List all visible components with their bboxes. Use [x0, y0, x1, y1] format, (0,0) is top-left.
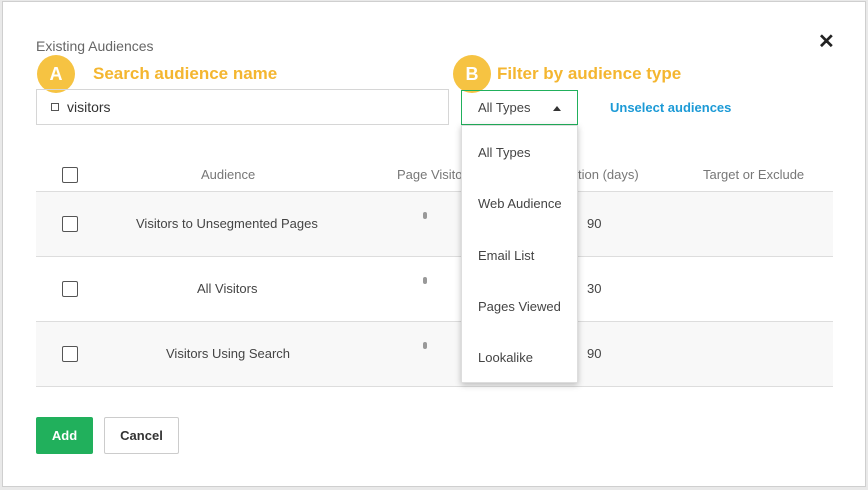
select-all-checkbox[interactable] — [62, 167, 78, 183]
audience-name: All Visitors — [197, 281, 258, 296]
audience-type-select[interactable]: All Types — [461, 90, 578, 125]
modal-title: Existing Audiences — [36, 38, 154, 54]
duration-value: 30 — [587, 281, 602, 296]
existing-audiences-modal: Existing Audiences ✕ A Search audience n… — [2, 1, 866, 487]
row-checkbox[interactable] — [62, 216, 78, 232]
table-row: Visitors to Unsegmented Pages 90 — [36, 192, 833, 257]
header-duration: tion (days) — [578, 167, 639, 182]
cancel-button[interactable]: Cancel — [104, 417, 179, 454]
audiences-table: Audience Page Visito tion (days) Target … — [36, 157, 833, 387]
table-header: Audience Page Visito tion (days) Target … — [36, 157, 833, 192]
audience-type-selected: All Types — [478, 100, 531, 115]
close-icon[interactable]: ✕ — [818, 32, 835, 52]
callout-b-badge: B — [453, 55, 491, 93]
unselect-audiences-link[interactable]: Unselect audiences — [610, 100, 731, 115]
loading-indicator — [423, 212, 427, 219]
loading-indicator — [423, 342, 427, 349]
row-checkbox[interactable] — [62, 281, 78, 297]
audience-type-dropdown: All Types Web Audience Email List Pages … — [461, 125, 578, 383]
search-field[interactable] — [36, 89, 449, 125]
header-page-visitors: Page Visito — [397, 167, 463, 182]
table-row: All Visitors 30 — [36, 257, 833, 322]
option-email-list[interactable]: Email List — [478, 248, 534, 263]
audience-name: Visitors to Unsegmented Pages — [136, 216, 318, 231]
header-target-exclude: Target or Exclude — [703, 167, 805, 182]
duration-value: 90 — [587, 216, 602, 231]
option-web-audience[interactable]: Web Audience — [478, 196, 562, 211]
square-icon — [51, 103, 59, 111]
option-all-types[interactable]: All Types — [478, 145, 531, 160]
option-pages-viewed[interactable]: Pages Viewed — [478, 299, 561, 314]
option-lookalike[interactable]: Lookalike — [478, 350, 533, 365]
search-input[interactable] — [67, 99, 427, 115]
row-checkbox[interactable] — [62, 346, 78, 362]
table-row: Visitors Using Search 90 — [36, 322, 833, 387]
duration-value: 90 — [587, 346, 602, 361]
loading-indicator — [423, 277, 427, 284]
audience-name: Visitors Using Search — [166, 346, 291, 361]
callout-a-badge: A — [37, 55, 75, 93]
callout-a-text: Search audience name — [93, 64, 278, 83]
caret-up-icon — [553, 106, 561, 111]
add-button[interactable]: Add — [36, 417, 93, 454]
header-audience: Audience — [201, 167, 256, 182]
callout-b-text: Filter by audience type — [497, 64, 682, 83]
